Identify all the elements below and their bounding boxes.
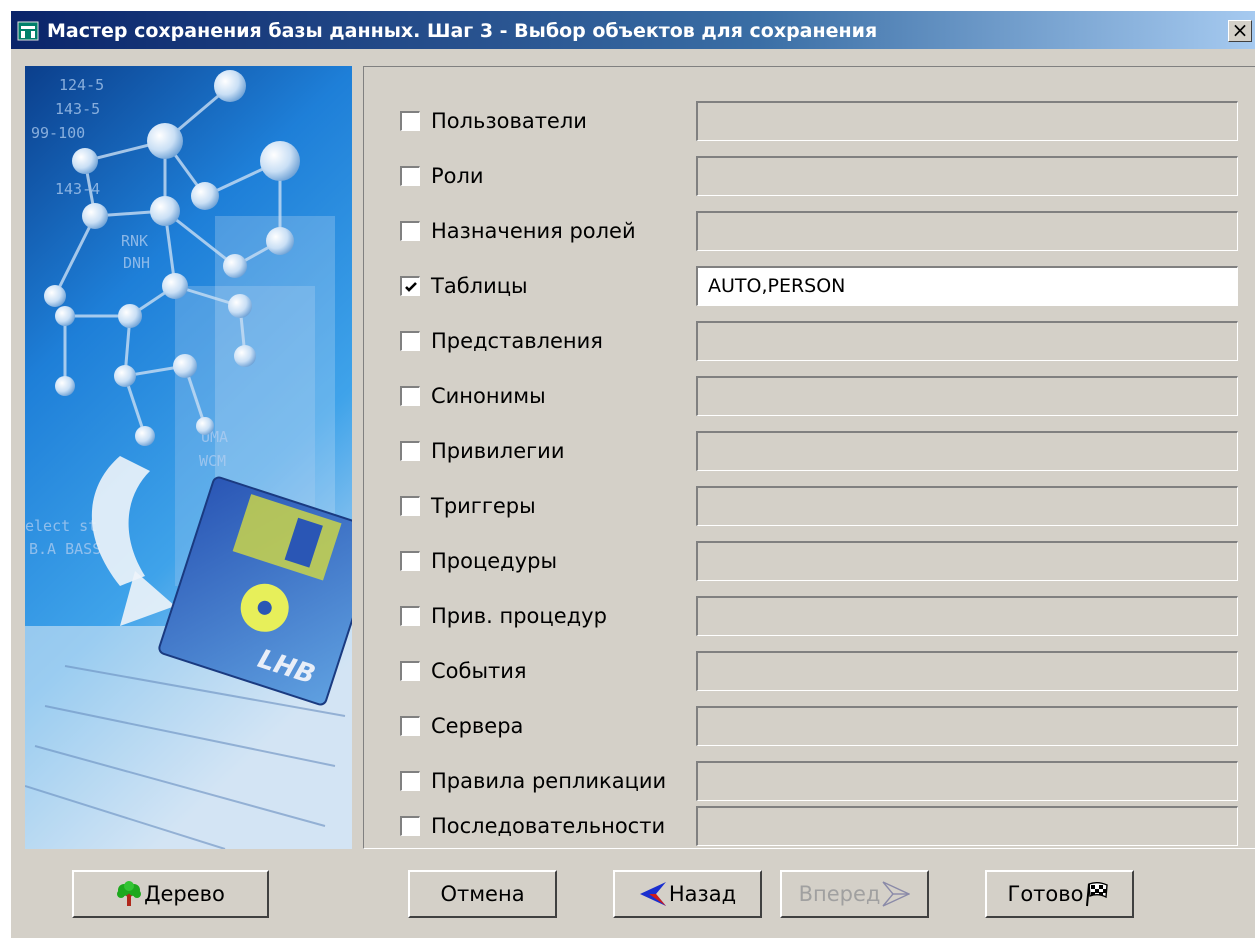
object-row: События bbox=[364, 649, 1255, 693]
art-text: DNH bbox=[123, 254, 150, 272]
object-filter-field[interactable] bbox=[696, 376, 1238, 416]
next-button[interactable]: Вперед bbox=[780, 870, 929, 918]
tree-icon bbox=[117, 881, 142, 906]
object-label: Представления bbox=[431, 329, 603, 353]
art-text: B.A BASS bbox=[29, 540, 101, 558]
object-filter-field[interactable] bbox=[696, 706, 1238, 746]
object-selection-panel: Пользователи Роли Назначения ролей Табли… bbox=[363, 66, 1255, 849]
window-title: Мастер сохранения базы данных. Шаг 3 - В… bbox=[47, 20, 878, 42]
cancel-button[interactable]: Отмена bbox=[408, 870, 557, 918]
checkbox[interactable] bbox=[400, 331, 420, 351]
database-app-icon bbox=[17, 21, 39, 41]
cancel-button-label: Отмена bbox=[440, 882, 525, 906]
back-button[interactable]: Назад bbox=[613, 870, 762, 918]
object-filter-field[interactable] bbox=[696, 541, 1238, 581]
object-row: Роли bbox=[364, 154, 1255, 198]
wizard-window: Мастер сохранения базы данных. Шаг 3 - В… bbox=[10, 10, 1255, 938]
object-row: Триггеры bbox=[364, 484, 1255, 528]
tree-button[interactable]: Дерево bbox=[72, 870, 269, 918]
art-text: WCM bbox=[199, 452, 226, 470]
back-arrow-icon bbox=[639, 882, 666, 906]
object-row: Последовательности bbox=[364, 804, 1255, 848]
checkbox[interactable] bbox=[400, 606, 420, 626]
checkbox[interactable] bbox=[400, 771, 420, 791]
finish-button-label: Готово bbox=[1007, 882, 1084, 906]
object-filter-field[interactable] bbox=[696, 431, 1238, 471]
object-filter-field[interactable] bbox=[696, 101, 1238, 141]
object-row: Назначения ролей bbox=[364, 209, 1255, 253]
art-text: elect st bbox=[25, 517, 97, 535]
object-label: Таблицы bbox=[431, 274, 528, 298]
object-row: Привилегии bbox=[364, 429, 1255, 473]
object-filter-field[interactable] bbox=[696, 651, 1238, 691]
checkbox[interactable] bbox=[400, 111, 420, 131]
illustration-graphic: 124-5 143-5 99-100 143-4 RNK DNH UMA WCM… bbox=[25, 66, 352, 849]
object-filter-field[interactable] bbox=[696, 156, 1238, 196]
checkbox[interactable] bbox=[400, 496, 420, 516]
object-label: Синонимы bbox=[431, 384, 546, 408]
close-button[interactable]: × bbox=[1228, 20, 1252, 42]
object-filter-field[interactable] bbox=[696, 806, 1238, 846]
object-filter-field[interactable] bbox=[696, 321, 1238, 361]
close-icon: × bbox=[1231, 18, 1249, 42]
object-filter-field[interactable] bbox=[696, 596, 1238, 636]
checkbox[interactable] bbox=[400, 166, 420, 186]
object-label: События bbox=[431, 659, 527, 683]
object-label: Роли bbox=[431, 164, 484, 188]
art-text: 143-4 bbox=[55, 180, 100, 198]
object-label: Процедуры bbox=[431, 549, 558, 573]
checkbox[interactable] bbox=[400, 716, 420, 736]
checkbox[interactable] bbox=[400, 551, 420, 571]
object-row: Таблицы AUTO,PERSON bbox=[364, 264, 1255, 308]
object-row: Представления bbox=[364, 319, 1255, 363]
checkmark-icon bbox=[405, 282, 417, 292]
title-bar[interactable]: Мастер сохранения базы данных. Шаг 3 - В… bbox=[11, 11, 1255, 49]
object-label: Триггеры bbox=[431, 494, 536, 518]
object-row: Правила репликации bbox=[364, 759, 1255, 803]
object-label: Правила репликации bbox=[431, 769, 667, 793]
checkbox-checked[interactable] bbox=[400, 276, 420, 296]
object-label: Последовательности bbox=[431, 814, 666, 838]
checkered-flag-icon bbox=[1086, 882, 1109, 907]
object-filter-field[interactable] bbox=[696, 486, 1238, 526]
art-text: 124-5 bbox=[59, 76, 104, 94]
object-row: Сервера bbox=[364, 704, 1255, 748]
object-row: Прив. процедур bbox=[364, 594, 1255, 638]
object-label: Пользователи bbox=[431, 109, 587, 133]
object-row: Процедуры bbox=[364, 539, 1255, 583]
forward-arrow-icon bbox=[882, 881, 911, 907]
object-label: Сервера bbox=[431, 714, 524, 738]
object-label: Назначения ролей bbox=[431, 219, 636, 243]
checkbox[interactable] bbox=[400, 441, 420, 461]
object-row: Синонимы bbox=[364, 374, 1255, 418]
finish-button[interactable]: Готово bbox=[985, 870, 1134, 918]
next-button-label: Вперед bbox=[798, 882, 881, 906]
art-text: 143-5 bbox=[55, 100, 100, 118]
object-row: Пользователи bbox=[364, 99, 1255, 143]
object-filter-field[interactable] bbox=[696, 761, 1238, 801]
object-filter-field[interactable] bbox=[696, 211, 1238, 251]
art-text: RNK bbox=[121, 232, 148, 250]
back-button-label: Назад bbox=[668, 882, 737, 906]
checkbox[interactable] bbox=[400, 221, 420, 241]
checkbox[interactable] bbox=[400, 386, 420, 406]
object-label: Привилегии bbox=[431, 439, 565, 463]
checkbox[interactable] bbox=[400, 661, 420, 681]
object-label: Прив. процедур bbox=[431, 604, 607, 628]
tree-button-label: Дерево bbox=[144, 882, 225, 906]
wizard-illustration: 124-5 143-5 99-100 143-4 RNK DNH UMA WCM… bbox=[25, 66, 352, 849]
object-filter-field[interactable]: AUTO,PERSON bbox=[696, 266, 1238, 306]
art-text: 99-100 bbox=[31, 124, 85, 142]
checkbox[interactable] bbox=[400, 816, 420, 836]
